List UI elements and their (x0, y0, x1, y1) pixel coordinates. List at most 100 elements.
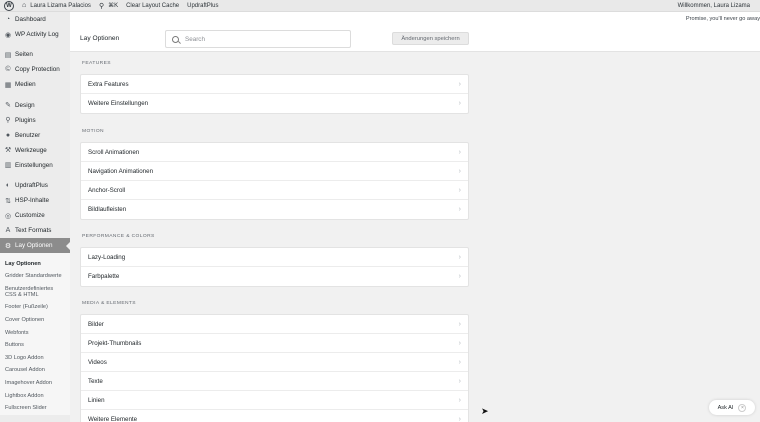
activity-log-icon: ◉ (4, 31, 12, 39)
settings-section: MOTION Scroll Animationen › Navigation Anim… (80, 128, 469, 220)
settings-section: FEATURES Extra Features › Weitere Einstellu… (80, 60, 469, 114)
sidebar-item[interactable]: A Text Formats (0, 223, 70, 238)
section-title: MEDIA & ELEMENTS (82, 301, 136, 306)
save-changes-button[interactable]: Änderungen speichern (392, 32, 469, 45)
settings-row-label: Anchor-Scroll (88, 186, 126, 194)
sidebar-item[interactable]: ▤ Seiten (0, 47, 70, 62)
submenu-item[interactable]: Gridder Standardwerte (0, 270, 70, 283)
sidebar-item-label: HSP-Inhalte (15, 197, 49, 205)
settings-row-label: Farbpalette (88, 273, 120, 280)
search-input[interactable] (185, 35, 345, 43)
section-title: MOTION (82, 129, 104, 134)
chevron-right-icon: › (458, 167, 461, 175)
settings-row-label: Videos (88, 358, 107, 366)
sidebar-item[interactable]: ✎ Design (0, 97, 70, 112)
settings-row[interactable]: Anchor-Scroll › (81, 181, 468, 200)
clear-cache-link[interactable]: Clear Layout Cache (126, 3, 179, 9)
sidebar-item[interactable]: ● Benutzer (0, 128, 70, 143)
submenu-item[interactable]: Imagehover Addon (0, 377, 70, 390)
settings-row[interactable]: Bilder › (81, 315, 468, 334)
sidebar-item[interactable]: ⇅ HSP-Inhalte (0, 193, 70, 208)
settings-row[interactable]: Videos › (81, 353, 468, 372)
settings-row-label: Scroll Animationen (88, 148, 140, 156)
admin-bar: W ⌂ Laura Lizama Palacios ⚲ ⌘K Clear Lay… (0, 0, 760, 12)
settings-row[interactable]: Extra Features › (81, 75, 468, 94)
chevron-right-icon: › (458, 100, 461, 107)
notice-bar: Promise, you'll never go away (70, 12, 760, 26)
search-box[interactable] (165, 30, 351, 48)
sidebar-item-label: Medien (15, 81, 36, 89)
chevron-right-icon: › (458, 377, 461, 385)
settings-row-label: Projekt-Thumbnails (88, 339, 142, 347)
submenu-item[interactable]: Cover Optionen (0, 314, 70, 327)
chevron-right-icon: › (458, 396, 461, 404)
home-icon: ⌂ (22, 2, 27, 9)
sidebar-item-label: UpdraftPlus (15, 181, 48, 189)
sidebar-item[interactable]: ⚙ Lay Optionen (0, 238, 70, 254)
settings-card: Extra Features › Weitere Einstellungen › (80, 74, 469, 114)
text-format-icon: A (5, 227, 11, 235)
settings-row[interactable]: Weitere Elemente › (81, 410, 468, 422)
mouse-cursor-icon: ➤ (481, 406, 489, 416)
settings-row[interactable]: Scroll Animationen › (81, 143, 468, 162)
pages-icon: ▤ (4, 51, 12, 59)
admin-sidebar: ◔ Dashboard ◉ WP Activity Log ▤ Seiten © Copy P… (0, 12, 70, 422)
settings-row[interactable]: Navigation Animationen › (81, 162, 468, 181)
command-palette-button[interactable]: ⚲ ⌘K (99, 2, 118, 10)
sidebar-item[interactable]: ◐ UpdraftPlus (0, 178, 70, 193)
ask-ai-button[interactable]: Ask AI × (709, 400, 755, 415)
sidebar-item-label: Customize (15, 212, 45, 220)
submenu-item[interactable]: Footer (Fußzeile) (0, 301, 70, 314)
submenu-item[interactable]: Buttons (0, 339, 70, 352)
sidebar-item[interactable]: ▥ Einstellungen (0, 158, 70, 173)
sidebar-item[interactable]: ◉ WP Activity Log (0, 27, 70, 42)
sidebar-item[interactable]: ⚒ Werkzeuge (0, 143, 70, 158)
submenu-item[interactable]: 3D Logo Addon (0, 352, 70, 365)
wordpress-logo-icon[interactable]: W (4, 0, 14, 11)
account-menu[interactable]: Willkommen, Laura Lizama (678, 0, 750, 12)
sidebar-item[interactable]: © Copy Protection (0, 62, 70, 77)
submenu-item[interactable]: Webfonts (0, 326, 70, 339)
sidebar-item[interactable]: ⚲ Plugins (0, 113, 70, 128)
section-title: PERFORMANCE & COLORS (82, 234, 155, 239)
site-name-link[interactable]: ⌂ Laura Lizama Palacios (22, 2, 91, 9)
submenu-item[interactable]: Benutzerdefiniertes CSS & HTML (0, 283, 70, 302)
updraft-icon: ◐ (5, 181, 11, 189)
settings-row[interactable]: Texte › (81, 372, 468, 391)
close-icon[interactable]: × (738, 403, 747, 412)
site-name-label: Laura Lizama Palacios (30, 2, 91, 9)
chevron-right-icon: › (458, 80, 461, 88)
hsp-icon: ⇅ (5, 197, 11, 205)
settings-row[interactable]: Bildlaufleisten › (81, 200, 468, 219)
sidebar-item[interactable]: ◎ Customize (0, 208, 70, 223)
updraftplus-link[interactable]: UpdraftPlus (187, 3, 218, 9)
page-header: Lay Optionen Änderungen speichern (70, 26, 760, 52)
submenu-item[interactable]: Carousel Addon (0, 364, 70, 377)
settings-row[interactable]: Linien › (81, 391, 468, 410)
submenu-item[interactable]: Lightbox Addon (0, 389, 70, 402)
settings-row[interactable]: Farbpalette › (81, 267, 468, 286)
chevron-right-icon: › (458, 358, 461, 366)
settings-row-label: Weitere Elemente (88, 416, 138, 422)
settings-row[interactable]: Weitere Einstellungen › (81, 94, 468, 113)
chevron-right-icon: › (458, 273, 461, 280)
gear-icon: ⚙ (4, 242, 12, 250)
settings-row[interactable]: Projekt-Thumbnails › (81, 334, 468, 353)
media-icon: ▦ (4, 81, 12, 89)
search-icon: ⚲ (98, 2, 105, 10)
settings-row[interactable]: Lazy-Loading › (81, 248, 468, 267)
eye-icon: ◎ (4, 212, 12, 220)
submenu-item[interactable]: Lay Optionen (0, 257, 70, 270)
lay-options-submenu: Lay Optionen Gridder Standardwerte Benutze… (0, 253, 70, 415)
sidebar-item[interactable]: ◔ Dashboard (0, 12, 70, 27)
sidebar-item[interactable]: ▦ Medien (0, 77, 70, 92)
sidebar-item-label: Werkzeuge (15, 146, 47, 154)
sidebar-item-label: Seiten (15, 51, 33, 59)
submenu-item[interactable]: Fullscreen Slider (0, 402, 70, 415)
settings-row-label: Texte (88, 377, 103, 385)
settings-row-label: Weitere Einstellungen (88, 100, 149, 107)
sidebar-item-label: WP Activity Log (15, 31, 59, 39)
settings-row-label: Extra Features (88, 80, 129, 88)
plugin-icon: ⚲ (5, 117, 11, 125)
settings-card: Bilder › Projekt-Thumbnails › Videos › Texte › L… (80, 314, 469, 422)
